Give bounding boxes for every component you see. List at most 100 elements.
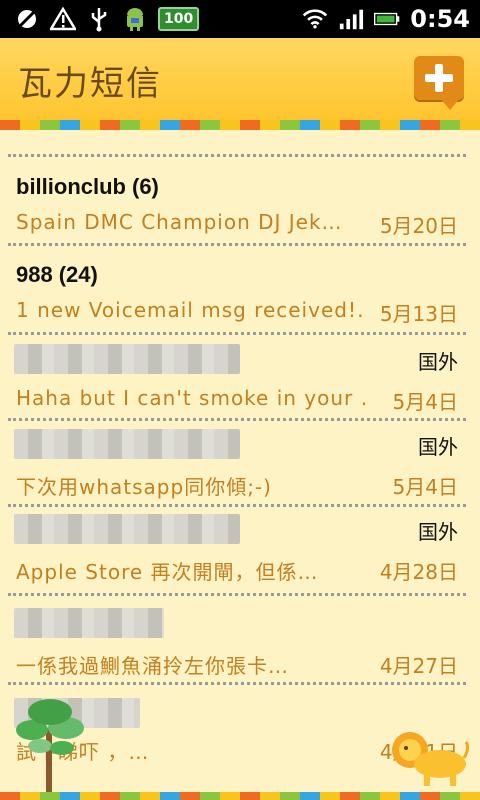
clock: 0:54: [410, 5, 470, 33]
divider: [8, 682, 466, 685]
app-title: 瓦力短信: [18, 64, 162, 104]
message-date: 5月20日: [379, 214, 458, 238]
message-date: 4月28日: [379, 560, 458, 584]
conversation-item[interactable]: 国外 下次用whatsapp同你傾;-) 5月4日: [0, 425, 480, 510]
unread-count: (6): [132, 174, 159, 199]
strip-segment: [60, 120, 80, 130]
strip-segment: [40, 792, 60, 800]
divider: [8, 418, 466, 421]
redacted-sender: [14, 608, 164, 638]
android-icon: [122, 6, 148, 32]
strip-segment: [360, 120, 380, 130]
strip-segment: [440, 120, 460, 130]
strip-segment: [400, 792, 420, 800]
strip-segment: [80, 792, 100, 800]
strip-segment: [20, 792, 40, 800]
strip-segment: [180, 792, 200, 800]
conversation-item[interactable]: 一係我過鰂魚涌拎左你張卡… 4月27日: [0, 600, 480, 685]
strip-segment: [300, 792, 320, 800]
strip-segment: [380, 792, 400, 800]
message-preview: Spain DMC Champion DJ Jek…: [16, 210, 343, 234]
strip-segment: [380, 120, 400, 130]
tree-decoration-icon: [16, 699, 84, 792]
strip-segment: [100, 792, 120, 800]
strip-segment: [260, 792, 280, 800]
strip-segment: [120, 120, 140, 130]
usb-icon: [86, 6, 112, 32]
conversation-item[interactable]: 988 (24) 1 new Voicemail msg received!… 5…: [0, 248, 480, 336]
strip-segment: [320, 792, 340, 800]
divider: [8, 243, 466, 246]
strip-segment: [260, 120, 280, 130]
strip-segment: [440, 792, 460, 800]
divider: [8, 593, 466, 596]
strip-segment: [400, 120, 420, 130]
lion-decoration-icon: [392, 732, 470, 786]
divider: [8, 504, 466, 507]
strip-segment: [360, 792, 380, 800]
strip-segment: [340, 120, 360, 130]
message-date: 5月4日: [392, 390, 458, 414]
strip-segment: [100, 120, 120, 130]
wifi-icon: [302, 6, 328, 32]
strip-segment: [240, 792, 260, 800]
conversation-item[interactable]: billionclub (6) Spain DMC Champion DJ Jek…: [0, 160, 480, 248]
strip-segment: [140, 792, 160, 800]
sender-name: 988 (24): [16, 262, 98, 288]
message-date: 5月13日: [379, 302, 458, 326]
strip-segment: [280, 792, 300, 800]
strip-segment: [280, 120, 300, 130]
redacted-sender: [14, 344, 240, 374]
message-preview: 下次用whatsapp同你傾;-): [16, 475, 272, 499]
strip-segment: [40, 120, 60, 130]
signal-icon: [338, 6, 364, 32]
strip-segment: [60, 792, 80, 800]
status-bar: 100 0:54: [0, 0, 480, 38]
strip-segment: [200, 120, 220, 130]
compose-button[interactable]: [414, 56, 464, 110]
strip-segment: [420, 792, 440, 800]
message-preview: 一係我過鰂魚涌拎左你張卡…: [16, 654, 289, 678]
message-preview: Apple Store 再次開閘，但係…: [16, 560, 319, 584]
strip-segment: [320, 120, 340, 130]
missed-call-icon: [14, 6, 40, 32]
region-label: 国外: [418, 435, 458, 459]
strip-segment: [420, 120, 440, 130]
strip-segment: [120, 792, 140, 800]
warning-icon: [50, 6, 76, 32]
strip-segment: [220, 792, 240, 800]
strip-segment: [80, 120, 100, 130]
bottom-color-strip: [0, 792, 480, 800]
strip-segment: [340, 792, 360, 800]
conversation-item[interactable]: 国外 Haha but I can't smoke in your … 5月4日: [0, 338, 480, 426]
strip-segment: [160, 120, 180, 130]
message-preview: Haha but I can't smoke in your …: [16, 386, 366, 410]
message-preview: 1 new Voicemail msg received!…: [16, 298, 366, 322]
redacted-sender: [14, 429, 240, 459]
unread-count: (24): [58, 262, 98, 287]
color-strip: [0, 120, 480, 130]
strip-segment: [0, 120, 20, 130]
strip-segment: [160, 792, 180, 800]
strip-segment: [20, 120, 40, 130]
strip-segment: [140, 120, 160, 130]
strip-segment: [180, 120, 200, 130]
message-date: 5月4日: [392, 475, 458, 499]
divider: [8, 154, 466, 157]
region-label: 国外: [418, 520, 458, 544]
strip-segment: [460, 792, 480, 800]
region-label: 国外: [418, 350, 458, 374]
battery-icon: [374, 6, 400, 32]
strip-segment: [460, 120, 480, 130]
app-header: 瓦力短信: [0, 38, 480, 120]
redacted-sender: [14, 514, 240, 544]
strip-segment: [300, 120, 320, 130]
divider: [8, 332, 466, 335]
strip-segment: [200, 792, 220, 800]
sender-label: 988: [16, 262, 53, 287]
message-date: 4月27日: [379, 654, 458, 678]
battery-level-badge: 100: [158, 7, 200, 31]
strip-segment: [0, 792, 20, 800]
sender-label: billionclub: [16, 174, 126, 199]
conversation-item[interactable]: 国外 Apple Store 再次開閘，但係… 4月28日: [0, 510, 480, 595]
